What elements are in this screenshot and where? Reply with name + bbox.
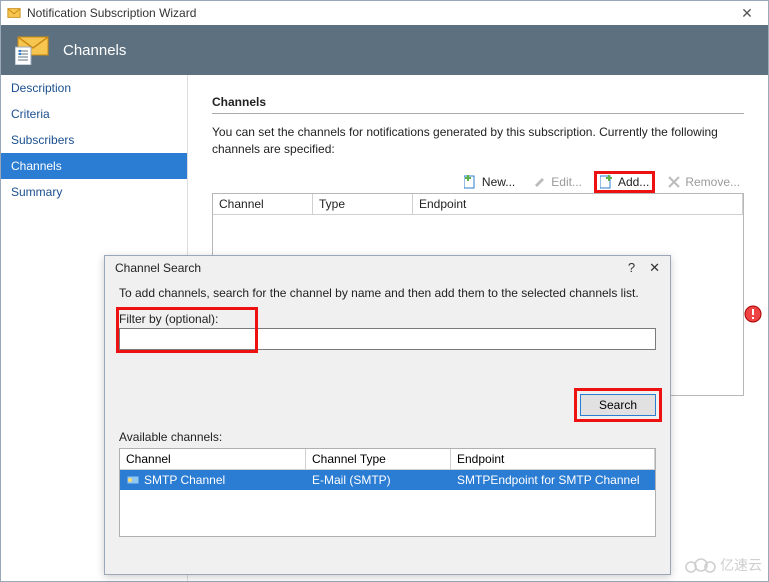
channels-header-icon [15, 35, 51, 65]
dialog-close-button[interactable]: ✕ [649, 260, 660, 276]
new-icon [464, 175, 478, 189]
add-button[interactable]: Add... [596, 173, 653, 191]
acol-endpoint[interactable]: Endpoint [451, 449, 655, 470]
notification-subscription-wizard-window: Notification Subscription Wizard ✕ Chann… [0, 0, 769, 582]
dialog-title: Channel Search [115, 261, 201, 275]
window-title: Notification Subscription Wizard [27, 6, 196, 20]
filter-input[interactable] [119, 328, 656, 350]
available-channels-grid: Channel Channel Type Endpoint SMTP Chann… [119, 448, 656, 537]
acol-type[interactable]: Channel Type [306, 449, 451, 470]
row-channel: SMTP Channel [144, 473, 225, 487]
channel-search-dialog: Channel Search ? ✕ To add channels, sear… [104, 255, 671, 575]
validation-error-icon [744, 305, 762, 323]
available-grid-empty[interactable] [120, 490, 655, 536]
add-icon [600, 175, 614, 189]
sidebar-item-channels[interactable]: Channels [1, 153, 187, 179]
edit-label: Edit... [551, 175, 582, 189]
channels-toolbar: New... Edit... Add... Remove... [212, 173, 744, 191]
sidebar-item-summary[interactable]: Summary [1, 179, 187, 205]
dialog-help-button[interactable]: ? [628, 260, 635, 276]
sidebar-item-description[interactable]: Description [1, 75, 187, 101]
sidebar-item-subscribers[interactable]: Subscribers [1, 127, 187, 153]
add-label: Add... [618, 175, 649, 189]
remove-label: Remove... [685, 175, 740, 189]
col-channel[interactable]: Channel [213, 194, 313, 215]
filter-label: Filter by (optional): [119, 310, 656, 328]
dialog-instruction: To add channels, search for the channel … [119, 286, 656, 300]
dialog-titlebar: Channel Search ? ✕ [105, 256, 670, 280]
section-title: Channels [212, 95, 744, 114]
watermark-text: 亿速云 [720, 555, 762, 575]
available-channel-row[interactable]: SMTP Channel E-Mail (SMTP) SMTPEndpoint … [120, 470, 655, 490]
col-endpoint[interactable]: Endpoint [413, 194, 743, 215]
new-button[interactable]: New... [460, 173, 519, 191]
available-channels-label: Available channels: [119, 430, 656, 444]
app-icon [7, 6, 21, 20]
sidebar-item-criteria[interactable]: Criteria [1, 101, 187, 127]
channel-icon [126, 473, 140, 487]
channels-grid-header: Channel Type Endpoint [213, 194, 743, 215]
edit-button: Edit... [529, 173, 586, 191]
edit-icon [533, 175, 547, 189]
window-close-button[interactable]: ✕ [732, 5, 762, 22]
header-title: Channels [63, 42, 126, 59]
remove-icon [667, 175, 681, 189]
header-band: Channels [1, 25, 768, 75]
col-type[interactable]: Type [313, 194, 413, 215]
titlebar: Notification Subscription Wizard ✕ [1, 1, 768, 25]
row-type: E-Mail (SMTP) [312, 473, 391, 487]
section-description: You can set the channels for notificatio… [212, 124, 732, 159]
row-endpoint: SMTPEndpoint for SMTP Channel [457, 473, 640, 487]
remove-button: Remove... [663, 173, 744, 191]
watermark: 亿速云 [682, 555, 762, 575]
available-grid-header: Channel Channel Type Endpoint [120, 449, 655, 470]
search-button[interactable]: Search [580, 394, 656, 416]
new-label: New... [482, 175, 515, 189]
acol-channel[interactable]: Channel [120, 449, 306, 470]
